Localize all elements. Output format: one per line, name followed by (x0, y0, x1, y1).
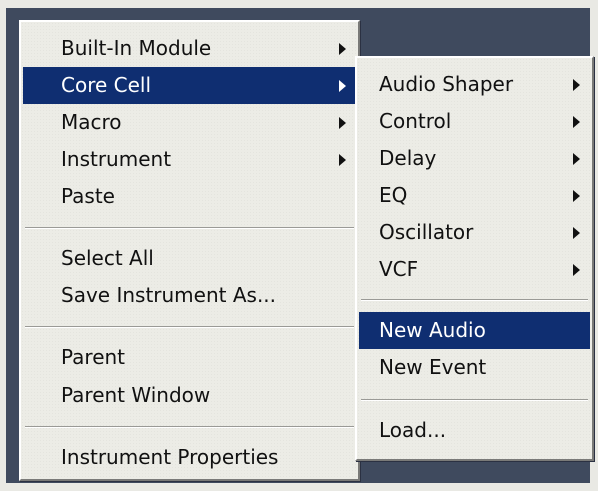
menu-item-built-in-module[interactable]: Built-In Module (23, 30, 356, 67)
submenu-item-audio-shaper[interactable]: Audio Shaper (359, 66, 590, 103)
submenu-arrow-icon (339, 80, 346, 92)
submenu-arrow-icon (573, 264, 580, 276)
menu-item-parent[interactable]: Parent (23, 339, 356, 376)
menu-separator (25, 227, 354, 229)
menu-item-label: New Audio (379, 318, 486, 342)
menu-item-label: Core Cell (61, 73, 152, 97)
submenu-arrow-icon (573, 116, 580, 128)
menu-item-paste[interactable]: Paste (23, 178, 356, 215)
menu-separator (361, 299, 588, 301)
submenu-item-control[interactable]: Control (359, 103, 590, 140)
submenu-item-delay[interactable]: Delay (359, 140, 590, 177)
menu-item-instrument-properties[interactable]: Instrument Properties (23, 439, 356, 476)
submenu-arrow-icon (339, 154, 346, 166)
menu-item-label: Paste (61, 184, 115, 208)
submenu-arrow-icon (573, 153, 580, 165)
menu-item-label: Save Instrument As... (61, 283, 277, 307)
menu-item-save-instrument-as[interactable]: Save Instrument As... (23, 277, 356, 314)
context-menu: Built-In Module Core Cell Macro Instrume… (19, 20, 360, 481)
menu-item-label: EQ (379, 183, 408, 207)
menu-separator (25, 426, 354, 428)
menu-item-core-cell[interactable]: Core Cell (23, 67, 356, 104)
menu-item-label: Load... (379, 418, 447, 442)
menu-item-label: Instrument Properties (61, 445, 279, 469)
submenu-item-load[interactable]: Load... (359, 412, 590, 449)
menu-item-label: Macro (61, 110, 122, 134)
submenu-arrow-icon (573, 227, 580, 239)
menu-item-label: Delay (379, 146, 437, 170)
menu-item-parent-window[interactable]: Parent Window (23, 377, 356, 414)
submenu-arrow-icon (573, 79, 580, 91)
menu-item-label: Control (379, 109, 452, 133)
submenu-arrow-icon (573, 190, 580, 202)
menu-item-label: New Event (379, 355, 487, 379)
menu-item-label: Oscillator (379, 220, 474, 244)
menu-item-label: Instrument (61, 147, 172, 171)
submenu-arrow-icon (339, 117, 346, 129)
menu-item-select-all[interactable]: Select All (23, 240, 356, 277)
menu-item-label: Parent Window (61, 383, 211, 407)
submenu-item-new-audio[interactable]: New Audio (359, 312, 590, 349)
menu-item-label: VCF (379, 257, 419, 281)
menu-item-macro[interactable]: Macro (23, 104, 356, 141)
menu-item-label: Built-In Module (61, 36, 212, 60)
submenu-item-oscillator[interactable]: Oscillator (359, 214, 590, 251)
submenu-item-vcf[interactable]: VCF (359, 251, 590, 288)
menu-separator (361, 399, 588, 401)
menu-item-label: Select All (61, 246, 154, 270)
menu-item-instrument[interactable]: Instrument (23, 141, 356, 178)
menu-item-label: Audio Shaper (379, 72, 514, 96)
menu-item-label: Parent (61, 345, 126, 369)
submenu-arrow-icon (339, 43, 346, 55)
menu-separator (25, 326, 354, 328)
core-cell-submenu: Audio Shaper Control Delay EQ Oscillator… (355, 56, 594, 461)
submenu-item-eq[interactable]: EQ (359, 177, 590, 214)
submenu-item-new-event[interactable]: New Event (359, 349, 590, 386)
